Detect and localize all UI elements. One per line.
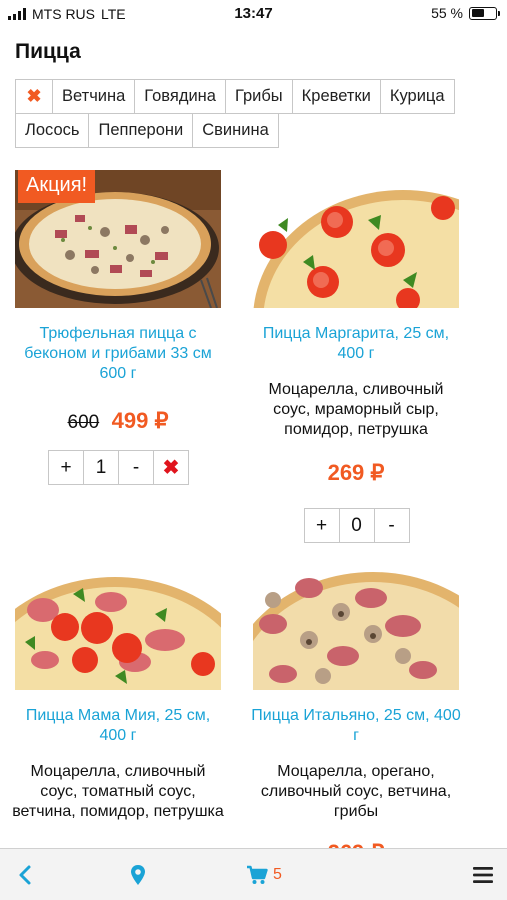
filter-bar: ✖ Ветчина Говядина Грибы Креветки Курица… [15,79,490,148]
product-card: Пицца Маргарита, 25 см, 400 г Моцарелла,… [250,170,462,543]
filter-chip-chicken[interactable]: Курица [379,79,455,114]
price: 269 ₽ [327,460,385,485]
product-image[interactable] [15,552,221,690]
shopping-cart-icon [247,865,268,884]
status-right: 55 % [431,5,500,21]
filter-chip-pork[interactable]: Свинина [192,113,279,148]
battery-icon [469,6,500,20]
product-name[interactable]: Пицца Мама Мия, 25 см, 400 г [12,706,224,746]
page-title: Пицца [15,40,81,63]
chevron-left-icon [19,865,31,884]
battery-percent: 55 % [431,5,463,21]
margherita-pizza-image [253,170,459,308]
status-bar: MTS RUS LTE 13:47 55 % [0,0,507,28]
filter-chip-pepperoni[interactable]: Пепперони [88,113,194,148]
product-card: Пицца Мама Мия, 25 см, 400 г Моцарелла, … [12,552,224,822]
product-name[interactable]: Пицца Маргарита, 25 см, 400 г [250,324,462,364]
menu-button[interactable] [473,866,493,884]
price: 499 ₽ [111,408,169,433]
product-image[interactable] [253,552,459,690]
map-marker-icon [131,864,145,885]
remove-button[interactable]: ✖ [153,450,189,485]
hamburger-menu-icon [473,866,493,883]
product-description: Моцарелла, сливочный соус, томатный соус… [12,763,224,820]
quantity-value[interactable]: 0 [338,508,375,543]
filter-chip-shrimp[interactable]: Креветки [291,79,381,114]
location-button[interactable] [130,864,146,886]
filter-chip-salmon[interactable]: Лосось [15,113,90,148]
quantity-stepper: + 1 - ✖ [12,450,224,485]
price-row: 600 499 ₽ [12,408,224,434]
cart-count: 5 [273,865,282,883]
bottom-bar: 5 [0,848,507,900]
cart-button[interactable]: 5 [246,865,282,885]
mama-mia-pizza-image [15,552,221,690]
filter-chip-ham[interactable]: Ветчина [52,79,136,114]
clear-filter-button[interactable]: ✖ [15,79,53,114]
filter-chip-beef[interactable]: Говядина [134,79,226,114]
product-card: Пицца Итальяно, 25 см, 400 г Моцарелла, … [250,552,462,866]
product-description: Моцарелла, сливочный соус, мраморный сыр… [268,381,444,438]
back-button[interactable] [18,864,32,886]
product-description: Моцарелла, орегано, сливочный соус, ветч… [260,763,452,820]
increase-button[interactable]: + [48,450,84,485]
decrease-button[interactable]: - [373,508,410,543]
product-image[interactable]: Акция! [15,170,221,308]
quantity-value[interactable]: 1 [83,450,119,485]
price-row: 269 ₽ [250,460,462,486]
decrease-button[interactable]: - [118,450,154,485]
product-image[interactable] [253,170,459,308]
old-price: 600 [67,412,100,433]
product-card: Акция! Трюфельная пицца с беконом и гриб… [12,170,224,485]
increase-button[interactable]: + [303,508,340,543]
product-name[interactable]: Трюфельная пицца с беконом и грибами 33 … [12,324,224,384]
quantity-stepper: + 0 - [250,508,462,543]
filter-chip-mushrooms[interactable]: Грибы [224,79,293,114]
italiano-pizza-image [253,552,459,690]
product-name[interactable]: Пицца Итальяно, 25 см, 400 г [250,706,462,746]
promo-badge: Акция! [18,170,96,203]
